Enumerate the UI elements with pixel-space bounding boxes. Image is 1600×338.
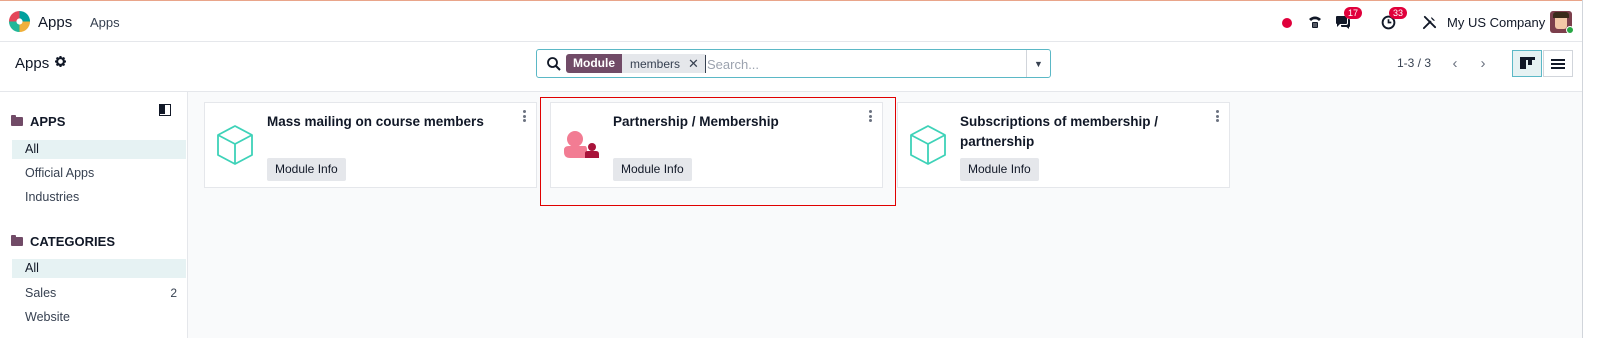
list-view-button[interactable] — [1543, 50, 1573, 77]
app-name[interactable]: Apps — [38, 14, 72, 31]
highlight-box — [540, 97, 896, 206]
sidebar-item-all-apps[interactable]: All — [12, 140, 186, 159]
sidebar-item-website[interactable]: Website — [12, 308, 186, 327]
activity-clock-icon[interactable]: 33 — [1378, 7, 1408, 32]
facet-value: members ✕ — [622, 54, 707, 73]
chat-count-badge: 17 — [1344, 7, 1363, 19]
card-options-kebab-icon[interactable] — [1216, 110, 1220, 122]
window-right-edge — [1582, 0, 1600, 338]
module-card-mass-mailing[interactable]: Mass mailing on course members Module In… — [204, 102, 537, 188]
gear-icon[interactable] — [55, 55, 66, 70]
apps-section-header: APPS — [11, 114, 65, 129]
list-icon — [1551, 58, 1565, 69]
module-card-subscriptions-membership[interactable]: Subscriptions of membership / partnershi… — [897, 102, 1230, 188]
top-navbar: Apps Apps 17 33 My US Company — [0, 0, 1582, 42]
menu-item-apps[interactable]: Apps — [90, 15, 120, 30]
recording-indicator-icon[interactable] — [1282, 18, 1292, 28]
sidebar-item-label: Industries — [25, 190, 80, 204]
pager-previous-chevron-left-icon[interactable]: ‹ — [1441, 49, 1469, 77]
sidebar-item-label: Official Apps — [25, 166, 95, 180]
sidebar-item-label: All — [25, 142, 39, 156]
app-menu-icon[interactable] — [8, 10, 31, 33]
sidebar-item-count: 2 — [170, 286, 177, 300]
sidebar-item-label: Website — [25, 310, 70, 324]
control-panel: Apps Module members ✕ ▼ 1-3 / 3 ‹ › — [0, 42, 1582, 92]
search-bar[interactable]: Module members ✕ ▼ — [536, 49, 1051, 78]
sidebar-item-all-categories[interactable]: All — [12, 259, 186, 278]
search-icon — [547, 57, 561, 71]
sidebar-item-industries[interactable]: Industries — [12, 188, 186, 207]
folder-icon — [11, 115, 23, 126]
search-input[interactable] — [705, 55, 1015, 73]
search-panel-sidebar: APPS All Official Apps Industries CATEGO… — [0, 92, 188, 338]
module-info-button[interactable]: Module Info — [267, 158, 346, 181]
sidebar-item-official-apps[interactable]: Official Apps — [12, 164, 186, 183]
company-switcher[interactable]: My US Company — [1447, 15, 1545, 30]
module-title: Subscriptions of membership / partnershi… — [960, 114, 1159, 149]
activity-count-badge: 33 — [1389, 7, 1408, 19]
facet-category: Module — [566, 54, 622, 73]
search-options-chevron-down-icon[interactable]: ▼ — [1026, 50, 1050, 77]
sidebar-item-sales[interactable]: Sales 2 — [12, 284, 186, 303]
breadcrumb: Apps — [15, 55, 50, 72]
search-facet: Module members ✕ — [566, 54, 707, 73]
pager-next-chevron-right-icon[interactable]: › — [1469, 49, 1497, 77]
categories-section-header: CATEGORIES — [11, 234, 115, 249]
pager-value[interactable]: 1-3 / 3 — [1397, 56, 1431, 70]
phone-icon[interactable] — [1306, 12, 1324, 32]
debug-tools-icon[interactable] — [1420, 12, 1438, 32]
avatar-hair — [1553, 12, 1569, 18]
module-info-button[interactable]: Module Info — [960, 158, 1039, 181]
remove-facet-close-icon[interactable]: ✕ — [688, 56, 699, 72]
module-title: Mass mailing on course members — [267, 114, 484, 129]
generic-module-cube-icon — [910, 125, 946, 165]
sidebar-item-label: Sales — [25, 286, 57, 300]
folder-icon — [11, 235, 23, 246]
kanban-view-button[interactable] — [1512, 50, 1542, 77]
sidebar-item-label: All — [25, 261, 39, 275]
apps-section-title: APPS — [30, 114, 66, 129]
categories-section-title: CATEGORIES — [30, 234, 115, 249]
generic-module-cube-icon — [217, 125, 253, 165]
facet-value-label: members — [630, 56, 681, 71]
chat-icon[interactable]: 17 — [1333, 7, 1363, 32]
kanban-icon — [1519, 57, 1535, 69]
online-status-indicator — [1566, 26, 1574, 34]
toggle-sidebar-icon[interactable] — [159, 104, 171, 116]
card-options-kebab-icon[interactable] — [523, 110, 527, 122]
